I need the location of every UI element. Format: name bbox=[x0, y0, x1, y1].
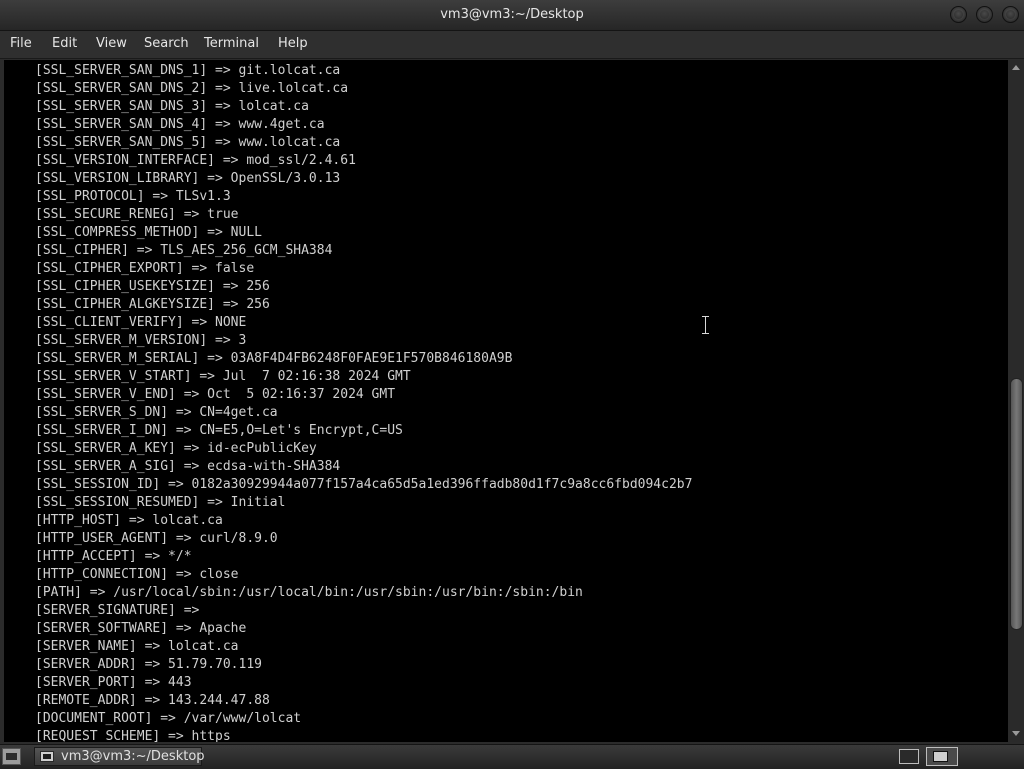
terminal-line: [SSL_SERVER_I_DN] => CN=E5,O=Let's Encry… bbox=[35, 423, 403, 438]
terminal-line: [SSL_SERVER_SAN_DNS_4] => www.4get.ca bbox=[35, 117, 325, 132]
terminal-line: [SSL_COMPRESS_METHOD] => NULL bbox=[35, 225, 262, 240]
terminal-line: [SSL_CIPHER_EXPORT] => false bbox=[35, 261, 255, 276]
terminal-line: [REMOTE_ADDR] => 143.244.47.88 bbox=[35, 693, 270, 708]
taskbar-window-button[interactable]: vm3@vm3:~/Desktop bbox=[34, 747, 205, 766]
menu-terminal[interactable]: Terminal bbox=[204, 36, 259, 51]
terminal-line: [SSL_SERVER_SAN_DNS_1] => git.lolcat.ca bbox=[35, 63, 341, 78]
terminal-line: [SSL_SERVER_V_END] => Oct 5 02:16:37 202… bbox=[35, 387, 396, 402]
terminal-line: [SERVER_SOFTWARE] => Apache bbox=[35, 621, 247, 636]
menu-help[interactable]: Help bbox=[278, 36, 308, 51]
terminal-line: [SSL_CIPHER] => TLS_AES_256_GCM_SHA384 bbox=[35, 243, 333, 258]
menu-file[interactable]: File bbox=[10, 36, 32, 51]
terminal-line: [SSL_PROTOCOL] => TLSv1.3 bbox=[35, 189, 231, 204]
terminal-line: [SSL_SECURE_RENEG] => true bbox=[35, 207, 239, 222]
terminal-line: [SSL_SERVER_M_SERIAL] => 03A8F4D4FB6248F… bbox=[35, 351, 513, 366]
terminal-line: [SSL_CLIENT_VERIFY] => NONE bbox=[35, 315, 247, 330]
minimize-icon[interactable] bbox=[950, 6, 967, 23]
terminal-line: [SSL_SERVER_SAN_DNS_3] => lolcat.ca bbox=[35, 99, 309, 114]
terminal-line: [SSL_SESSION_RESUMED] => Initial bbox=[35, 495, 286, 510]
terminal-line: [SERVER_PORT] => 443 bbox=[35, 675, 192, 690]
terminal-line: [SSL_SERVER_A_KEY] => id-ecPublicKey bbox=[35, 441, 317, 456]
terminal-line: [HTTP_CONNECTION] => close bbox=[35, 567, 239, 582]
terminal-line: [SSL_SERVER_SAN_DNS_2] => live.lolcat.ca bbox=[35, 81, 349, 96]
terminal-line: [HTTP_USER_AGENT] => curl/8.9.0 bbox=[35, 531, 278, 546]
terminal-line: [SSL_SERVER_SAN_DNS_5] => www.lolcat.ca bbox=[35, 135, 341, 150]
terminal-line: [SSL_SERVER_A_SIG] => ecdsa-with-SHA384 bbox=[35, 459, 341, 474]
terminal-line: [DOCUMENT_ROOT] => /var/www/lolcat bbox=[35, 711, 302, 726]
terminal-line: [SSL_SESSION_ID] => 0182a30929944a077f15… bbox=[35, 477, 693, 492]
title-bar[interactable]: vm3@vm3:~/Desktop bbox=[0, 0, 1024, 31]
terminal-line: [SERVER_SIGNATURE] => bbox=[35, 603, 200, 618]
terminal-icon bbox=[40, 751, 54, 762]
terminal-line: [SSL_SERVER_V_START] => Jul 7 02:16:38 2… bbox=[35, 369, 411, 384]
menu-bar: File Edit View Search Terminal Help bbox=[0, 31, 1024, 59]
text-cursor-icon bbox=[702, 316, 710, 334]
scroll-thumb[interactable] bbox=[1010, 378, 1023, 630]
taskbar-window-label: vm3@vm3:~/Desktop bbox=[61, 749, 205, 764]
terminal-line: [SSL_VERSION_INTERFACE] => mod_ssl/2.4.6… bbox=[35, 153, 356, 168]
workspace-1-icon[interactable] bbox=[899, 749, 919, 764]
terminal-line: [HTTP_ACCEPT] => */* bbox=[35, 549, 192, 564]
terminal-launcher-icon[interactable] bbox=[2, 748, 21, 765]
terminal-line: [SSL_SERVER_M_VERSION] => 3 bbox=[35, 333, 247, 348]
maximize-icon[interactable] bbox=[976, 6, 993, 23]
menu-view[interactable]: View bbox=[96, 36, 127, 51]
workspace-2-icon[interactable] bbox=[926, 747, 958, 766]
terminal-line: [SSL_CIPHER_ALGKEYSIZE] => 256 bbox=[35, 297, 270, 312]
terminal-line: [SERVER_ADDR] => 51.79.70.119 bbox=[35, 657, 262, 672]
terminal-line: [REQUEST_SCHEME] => https bbox=[35, 729, 231, 742]
terminal-line: [SSL_VERSION_LIBRARY] => OpenSSL/3.0.13 bbox=[35, 171, 341, 186]
menu-search[interactable]: Search bbox=[144, 36, 189, 51]
close-icon[interactable] bbox=[1002, 6, 1019, 23]
scroll-down-arrow-icon[interactable] bbox=[1012, 731, 1020, 736]
vertical-scrollbar[interactable] bbox=[1008, 60, 1024, 742]
terminal-window: vm3@vm3:~/Desktop File Edit View Search … bbox=[0, 0, 1024, 744]
terminal-line: [PATH] => /usr/local/sbin:/usr/local/bin… bbox=[35, 585, 583, 600]
terminal-line: [SSL_CIPHER_USEKEYSIZE] => 256 bbox=[35, 279, 270, 294]
terminal-line: [SERVER_NAME] => lolcat.ca bbox=[35, 639, 239, 654]
terminal-line: [SSL_SERVER_S_DN] => CN=4get.ca bbox=[35, 405, 278, 420]
terminal-lines: [SSL_SERVER_SAN_DNS_1] => git.lolcat.ca [… bbox=[35, 62, 692, 742]
terminal-line: [HTTP_HOST] => lolcat.ca bbox=[35, 513, 223, 528]
taskbar: vm3@vm3:~/Desktop bbox=[0, 744, 1024, 769]
menu-edit[interactable]: Edit bbox=[52, 36, 77, 51]
terminal-output[interactable]: [SSL_SERVER_SAN_DNS_1] => git.lolcat.ca [… bbox=[4, 60, 1008, 742]
window-title: vm3@vm3:~/Desktop bbox=[440, 7, 584, 22]
scroll-up-arrow-icon[interactable] bbox=[1012, 65, 1020, 70]
